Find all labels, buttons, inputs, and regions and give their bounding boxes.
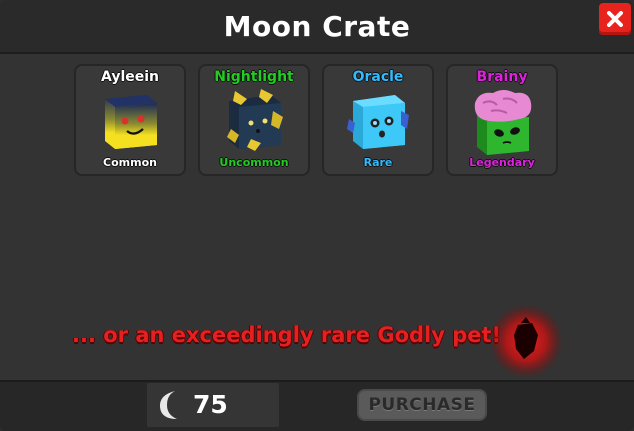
- title-bar: Moon Crate: [0, 0, 634, 54]
- pet-rarity: Rare: [363, 156, 393, 169]
- pet-list: Ayleein Common Nightlight Uncommon Oracl…: [74, 64, 564, 178]
- pet-rarity: Legendary: [469, 156, 535, 169]
- pet-card-ayleein[interactable]: Ayleein Common: [74, 64, 186, 176]
- ayleein-pet-icon: [105, 95, 157, 149]
- nightlight-pet-icon: [227, 89, 283, 151]
- moon-icon: [159, 391, 177, 419]
- brainy-pet-icon: [474, 90, 532, 155]
- close-icon: [607, 11, 623, 27]
- pet-name: Oracle: [352, 69, 404, 85]
- pet-card-brainy[interactable]: Brainy Legendary: [446, 64, 558, 176]
- crate-price: 75: [193, 390, 228, 419]
- crate-window: Moon Crate Ayleein Common Nightlight Unc…: [0, 0, 634, 431]
- godly-pet-icon: [489, 304, 563, 378]
- godly-pet-notice: ... or an exceedingly rare Godly pet!: [72, 323, 502, 347]
- pet-card-oracle[interactable]: Oracle Rare: [322, 64, 434, 176]
- purchase-bar: [0, 380, 634, 431]
- window-title: Moon Crate: [223, 10, 411, 43]
- pet-rarity: Uncommon: [219, 156, 289, 169]
- pet-rarity: Common: [103, 156, 157, 169]
- pet-name: Ayleein: [100, 69, 160, 85]
- purchase-button[interactable]: PURCHASE: [357, 389, 487, 421]
- pet-name: Nightlight: [214, 69, 294, 85]
- pet-name: Brainy: [476, 69, 528, 85]
- pet-card-nightlight[interactable]: Nightlight Uncommon: [198, 64, 310, 176]
- price-display: 75: [147, 383, 279, 427]
- close-button[interactable]: [599, 3, 631, 35]
- oracle-pet-icon: [347, 95, 409, 149]
